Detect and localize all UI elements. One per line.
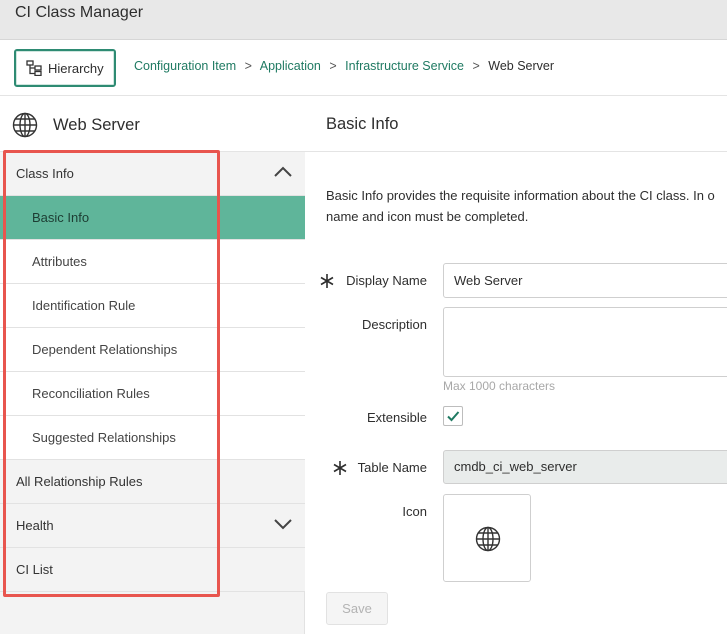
nav-item-label: Identification Rule (32, 298, 136, 313)
class-name: Web Server (53, 116, 140, 134)
breadcrumb-current: Web Server (488, 59, 555, 73)
breadcrumb-separator: > (472, 59, 480, 73)
breadcrumb-bar: Hierarchy Configuration Item > Applicati… (0, 40, 727, 96)
class-sidebar: Web Server Class Info Basic Info Attribu… (0, 96, 305, 634)
breadcrumb-separator: > (244, 59, 252, 73)
table-name-value: cmdb_ci_web_server (454, 459, 577, 474)
nav-item-suggested-relationships[interactable]: Suggested Relationships (0, 416, 305, 460)
nav-item-label: Dependent Relationships (32, 342, 178, 357)
panel-title: Basic Info (326, 115, 399, 133)
intro-line: Basic Info provides the requisite inform… (326, 188, 715, 203)
required-asterisk-icon (320, 274, 334, 288)
nav-section-label: Health (16, 518, 54, 533)
display-name-input[interactable]: Web Server (443, 263, 727, 298)
breadcrumb-application[interactable]: Application (260, 59, 321, 73)
description-textarea[interactable] (443, 307, 727, 377)
nav-section-label: All Relationship Rules (16, 474, 143, 489)
hierarchy-button-label: Hierarchy (48, 60, 104, 76)
panel-header: Basic Info (305, 96, 727, 152)
breadcrumb-configuration-item[interactable]: Configuration Item (134, 59, 236, 73)
intro-line: name and icon must be completed. (326, 209, 529, 224)
class-header: Web Server (0, 96, 305, 152)
table-name-input[interactable]: cmdb_ci_web_server (443, 450, 727, 484)
checkmark-icon (447, 411, 460, 422)
nav-section-class-info[interactable]: Class Info (0, 152, 305, 196)
nav-item-identification-rule[interactable]: Identification Rule (0, 284, 305, 328)
nav-section-ci-list[interactable]: CI List (0, 548, 305, 592)
breadcrumb-separator: > (329, 59, 337, 73)
app-title: CI Class Manager (15, 4, 144, 21)
description-label: Description (361, 317, 427, 332)
nav-section-label: CI List (16, 562, 53, 577)
hierarchy-button[interactable]: Hierarchy (14, 49, 116, 87)
basic-info-panel: Basic Info Basic Info provides the requi… (305, 96, 727, 634)
nav-item-attributes[interactable]: Attributes (0, 240, 305, 284)
nav-section-health[interactable]: Health (0, 504, 305, 548)
nav-item-label: Suggested Relationships (32, 430, 176, 445)
breadcrumb: Configuration Item > Application > Infra… (134, 59, 554, 73)
description-hint: Max 1000 characters (443, 379, 556, 393)
table-name-label: Table Name (357, 460, 427, 475)
nav-item-label: Basic Info (32, 210, 90, 225)
display-name-value: Web Server (454, 273, 523, 288)
intro-text: Basic Info provides the requisite inform… (326, 185, 727, 227)
nav-section-label: Class Info (16, 166, 74, 181)
extensible-label: Extensible (367, 410, 427, 425)
save-button[interactable]: Save (326, 592, 388, 625)
nav-item-basic-info[interactable]: Basic Info (0, 196, 305, 240)
chevron-up-icon[interactable] (273, 165, 293, 179)
breadcrumb-infrastructure-service[interactable]: Infrastructure Service (345, 59, 464, 73)
hierarchy-icon (26, 60, 42, 76)
display-name-label: Display Name (346, 273, 427, 288)
class-nav: Class Info Basic Info Attributes Identif… (0, 152, 305, 592)
nav-item-label: Reconciliation Rules (32, 386, 150, 401)
nav-item-dependent-relationships[interactable]: Dependent Relationships (0, 328, 305, 372)
title-bar: CI Class Manager (0, 0, 727, 40)
nav-item-reconciliation-rules[interactable]: Reconciliation Rules (0, 372, 305, 416)
globe-icon (12, 112, 38, 138)
nav-item-label: Attributes (32, 254, 87, 269)
chevron-down-icon[interactable] (273, 517, 293, 531)
nav-section-all-relationship-rules[interactable]: All Relationship Rules (0, 460, 305, 504)
icon-picker[interactable] (443, 494, 531, 582)
extensible-checkbox[interactable] (443, 406, 463, 426)
globe-icon (475, 526, 501, 552)
icon-label: Icon (402, 504, 427, 519)
